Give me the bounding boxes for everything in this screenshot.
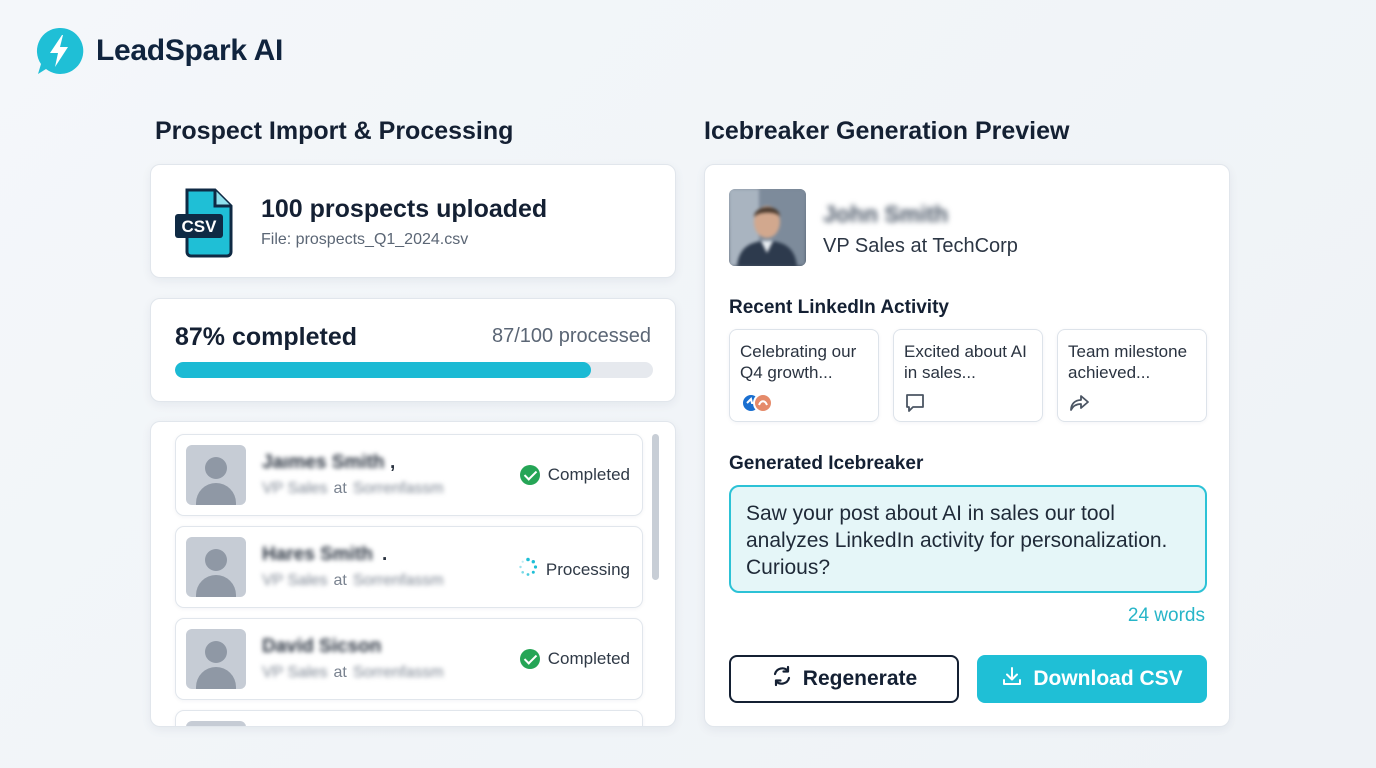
progress-percent: 87% completed [175,323,358,351]
avatar-placeholder-icon [186,537,246,597]
share-icon [1068,392,1090,419]
prospect-name: David Sicson [262,636,382,657]
icebreaker-text: Saw your post about AI in sales our tool… [746,502,1168,579]
status-badge: Completed [519,465,630,485]
progress-count: 87/100 processed [491,325,651,347]
upload-summary-card: CSV 100 prospects uploaded File: prospec… [150,164,676,278]
section-title-icebreaker-preview: Icebreaker Generation Preview [704,117,1070,145]
spinner-icon [518,557,538,582]
brand: LeadSpark AI [34,26,283,76]
progress-card: 87% completed 87/100 processed [150,298,676,402]
prospect-name: Jaımes Smith [262,452,385,473]
activity-text: Team milestone achieved... [1068,342,1188,382]
reactions-icon [740,392,780,419]
avatar [729,189,806,266]
prospect-name-suffix: , [390,452,396,473]
activity-text: Excited about AI in sales... [904,342,1027,382]
download-csv-button[interactable]: Download CSV [977,655,1207,703]
list-item[interactable]: Jaımes Smith , VP Sales at Sorrenfassm C… [175,434,643,516]
prospect-subtitle: VP Sales at Sorrenfassm [262,480,444,497]
lightning-chat-icon [34,26,84,76]
scrollbar[interactable] [652,434,659,580]
prospect-subtitle: VP Sales at Sorrenfassm [262,664,444,681]
check-circle-icon [519,649,540,669]
list-item[interactable]: Hares Smith . VP Sales at Sorrenfassm Pr… [175,526,643,608]
status-badge: Completed [519,649,630,669]
progress-bar [175,362,653,378]
prospect-subtitle: VP Sales at Sorrenfassm [262,572,444,589]
generated-icebreaker-heading: Generated Icebreaker [729,453,924,474]
list-item[interactable] [175,710,643,726]
recent-activity-heading: Recent LinkedIn Activity [729,297,949,318]
download-icon [1001,665,1023,693]
svg-text:CSV: CSV [182,217,218,236]
prospect-name: Hares Smith [262,544,373,565]
upload-title: 100 prospects uploaded [261,195,548,223]
activity-card[interactable]: Team milestone achieved... [1057,329,1207,422]
progress-bar-fill [175,362,591,378]
profile-name: John Smith [823,201,949,227]
avatar-placeholder-icon [186,629,246,689]
prospect-list[interactable]: Jaımes Smith , VP Sales at Sorrenfassm C… [150,421,676,727]
activity-text: Celebrating our Q4 growth... [740,342,857,382]
list-item[interactable]: David Sicson VP Sales at Sorrenfassm Com… [175,618,643,700]
icebreaker-textbox[interactable]: Saw your post about AI in sales our tool… [729,485,1207,593]
profile-title: VP Sales at TechCorp [823,235,1018,257]
comment-icon [904,392,926,419]
upload-filename: File: prospects_Q1_2024.csv [261,231,469,248]
brand-name: LeadSpark AI [96,34,284,67]
prospect-name-suffix: . [382,544,388,565]
section-title-prospect-import: Prospect Import & Processing [155,117,514,145]
activity-card[interactable]: Celebrating our Q4 growth... [729,329,879,422]
regenerate-button[interactable]: Regenerate [729,655,959,703]
avatar-placeholder-icon [186,445,246,505]
refresh-icon [771,665,793,693]
status-badge: Processing [518,557,630,582]
csv-file-icon: CSV [173,188,237,258]
avatar-placeholder-icon [186,721,246,726]
activity-card[interactable]: Excited about AI in sales... [893,329,1043,422]
check-circle-icon [519,465,540,485]
word-count: 24 words [1127,605,1205,626]
icebreaker-preview-card: John Smith VP Sales at TechCorp Recent L… [704,164,1230,727]
